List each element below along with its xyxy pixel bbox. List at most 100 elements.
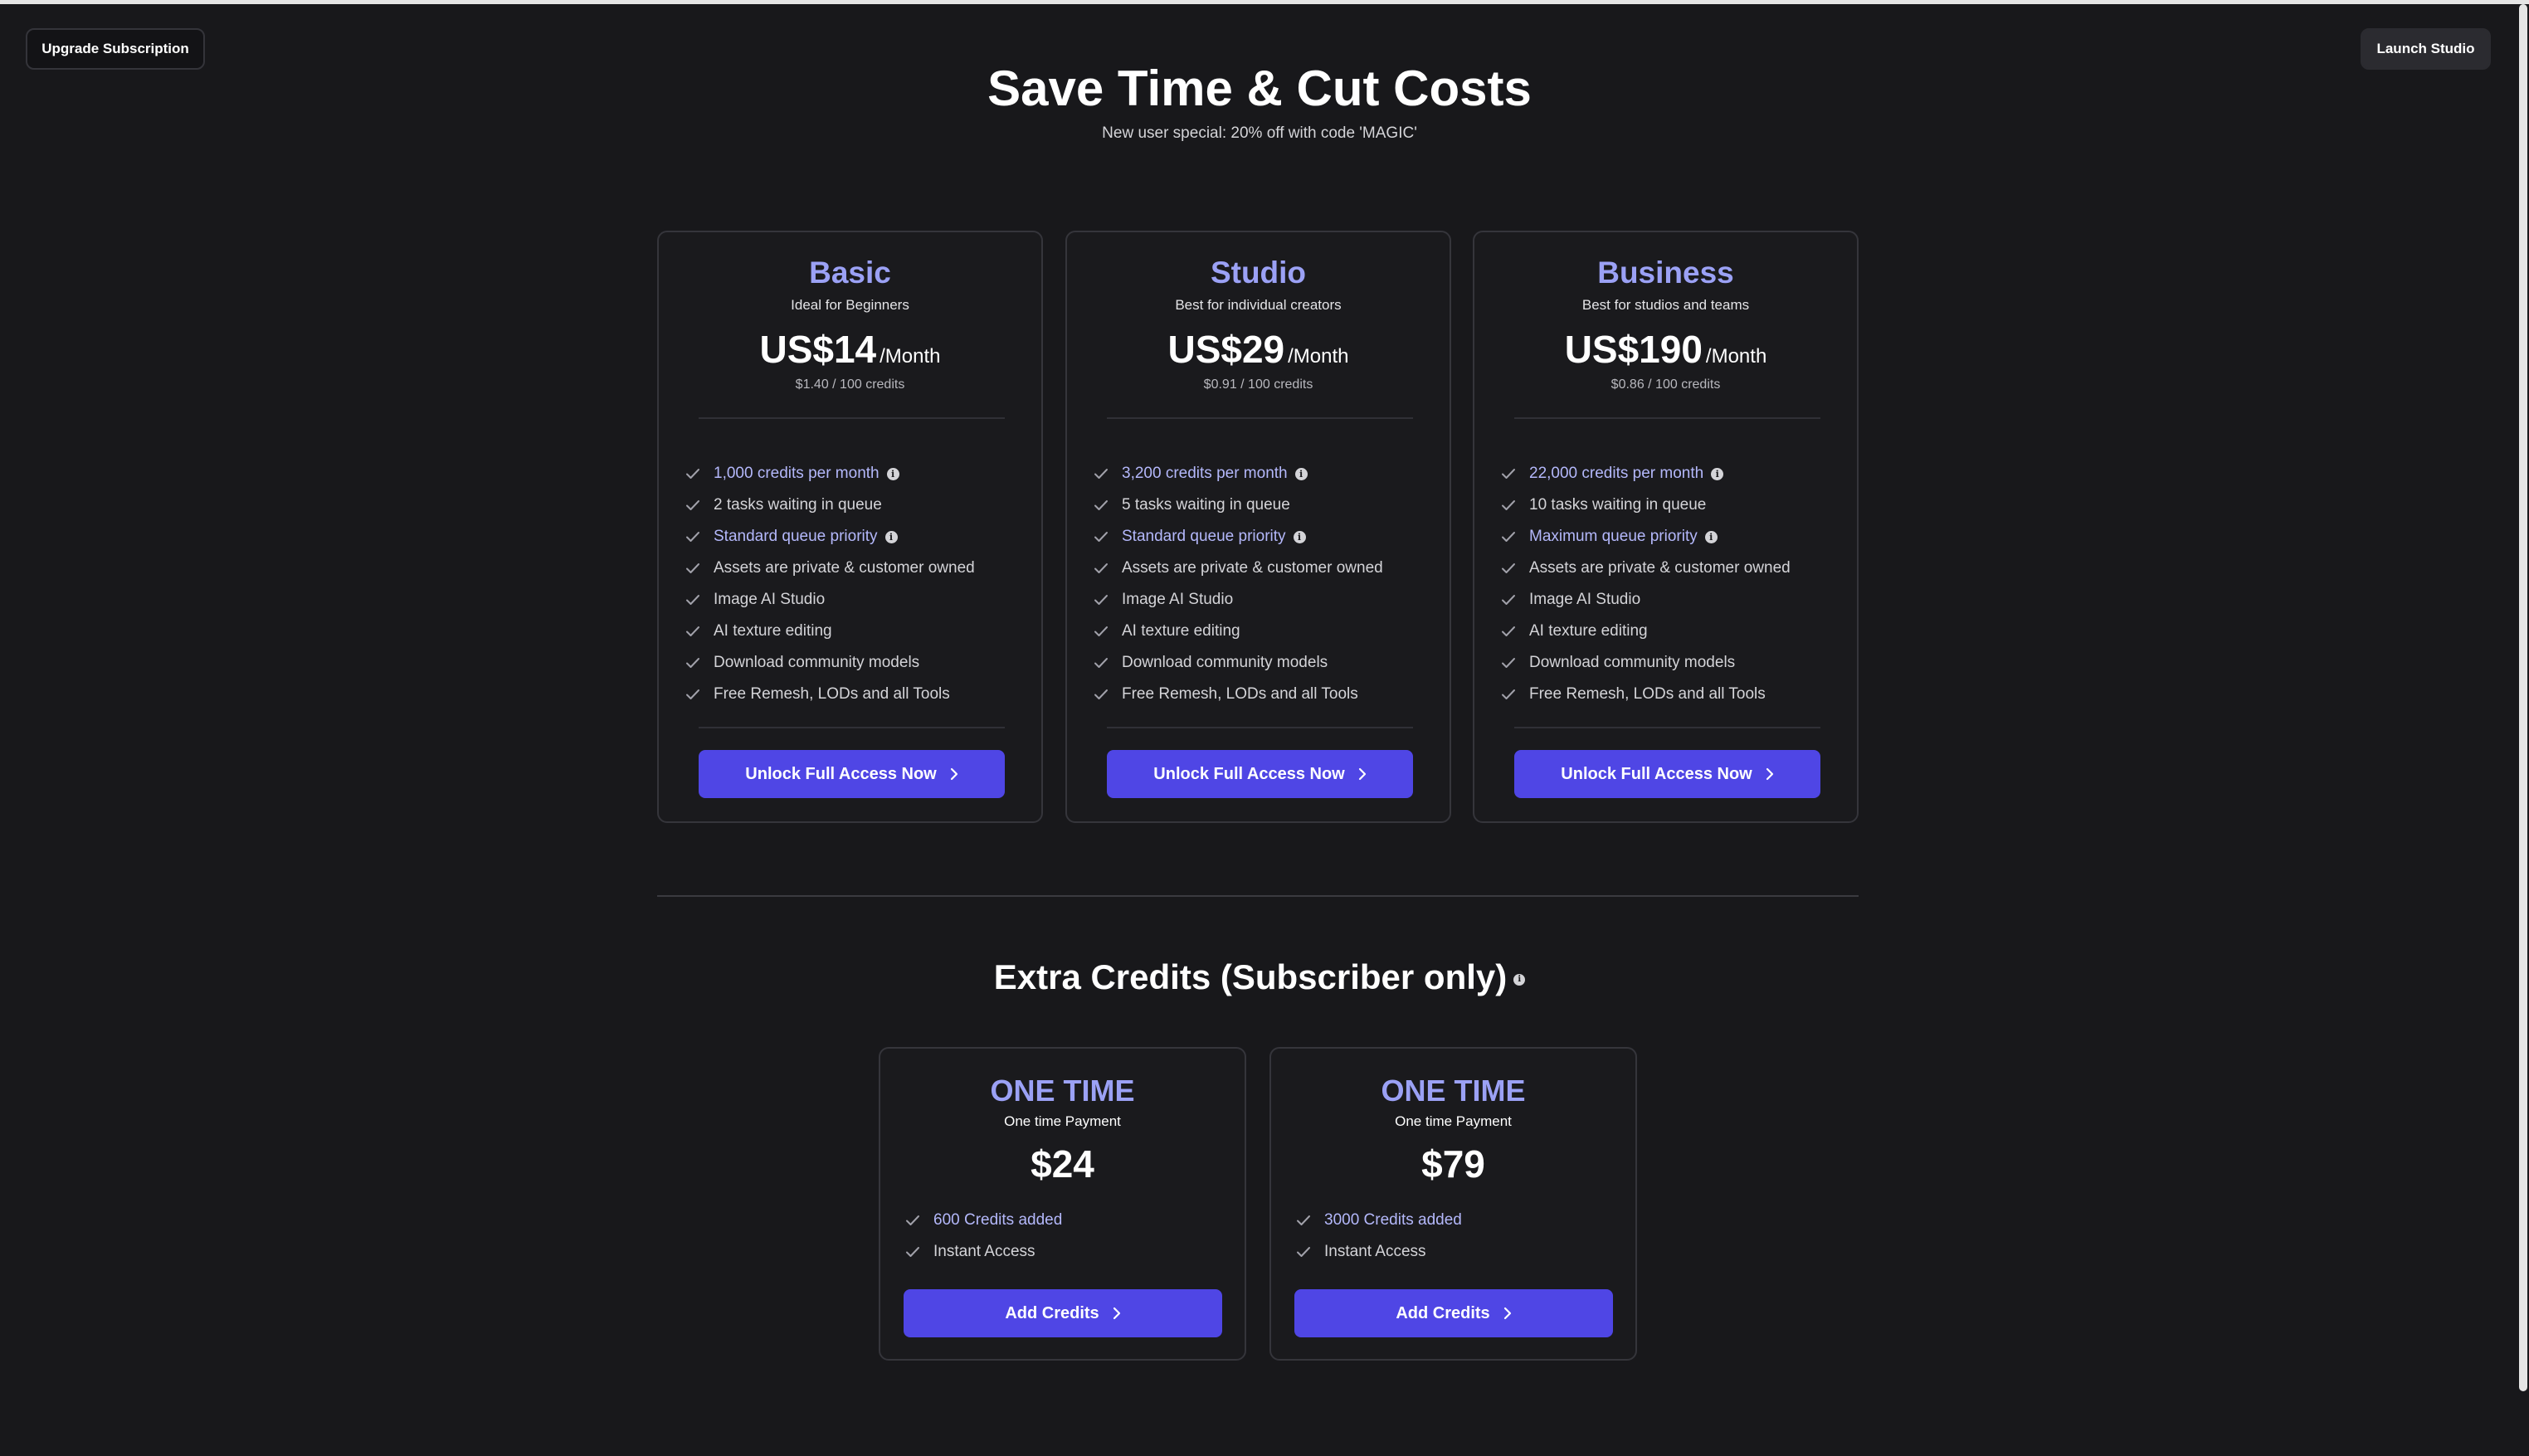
feature-item: Image AI Studio	[1094, 584, 1383, 616]
check-icon	[1094, 592, 1117, 607]
divider	[1514, 727, 1820, 728]
feature-text: 22,000 credits per month	[1529, 465, 1704, 482]
feature-list: 600 Credits added Instant Access	[905, 1205, 1062, 1268]
plan-price: US$190	[1564, 328, 1703, 371]
add-credits-button[interactable]: Add Credits	[904, 1289, 1222, 1337]
check-icon	[905, 1244, 928, 1259]
feature-item: Free Remesh, LODs and all Tools	[1094, 679, 1383, 710]
info-icon[interactable]: i	[1513, 973, 1526, 986]
feature-text: Download community models	[1122, 654, 1328, 671]
feature-item: 3000 Credits added	[1296, 1205, 1462, 1236]
divider	[1107, 727, 1413, 728]
feature-item: Image AI Studio	[1501, 584, 1791, 616]
check-icon	[685, 498, 709, 513]
plan-price: US$14	[759, 328, 877, 371]
feature-text: Assets are private & customer owned	[714, 559, 975, 577]
extra-credit-packs: ONE TIME One time Payment $24 600 Credits a…	[879, 1047, 1637, 1361]
chevron-right-icon	[950, 767, 958, 781]
plan-unit-price: $0.91 / 100 credits	[1203, 377, 1313, 392]
feature-item: Instant Access	[905, 1236, 1062, 1268]
button-label: Unlock Full Access Now	[1153, 764, 1345, 783]
check-icon	[1094, 687, 1117, 702]
check-icon	[685, 529, 709, 544]
feature-item: 22,000 credits per month i	[1501, 458, 1791, 489]
info-icon[interactable]: i	[1711, 467, 1724, 480]
plan-card-basic: Basic Ideal for Beginners US$14/Month $1.40…	[657, 231, 1043, 823]
check-icon	[685, 655, 709, 670]
feature-text: 5 tasks waiting in queue	[1122, 496, 1290, 514]
payment-type: One time Payment	[1395, 1113, 1512, 1129]
unlock-full-access-button[interactable]: Unlock Full Access Now	[1107, 750, 1413, 798]
feature-item: Free Remesh, LODs and all Tools	[1501, 679, 1791, 710]
check-icon	[1094, 466, 1117, 481]
plan-period: /Month	[1705, 345, 1767, 368]
feature-text: Image AI Studio	[1122, 591, 1234, 608]
divider	[699, 727, 1005, 728]
info-icon[interactable]: i	[1294, 467, 1308, 480]
feature-item: 600 Credits added	[905, 1205, 1062, 1236]
pack-price: $24	[1031, 1142, 1094, 1186]
unlock-full-access-button[interactable]: Unlock Full Access Now	[699, 750, 1005, 798]
section-divider	[657, 895, 1859, 897]
feature-text: AI texture editing	[1529, 622, 1648, 640]
feature-item: AI texture editing	[685, 616, 975, 647]
feature-text: 3000 Credits added	[1324, 1211, 1462, 1229]
feature-text: Instant Access	[1324, 1243, 1426, 1260]
check-icon	[905, 1213, 928, 1228]
feature-list: 22,000 credits per month i 10 tasks waitin…	[1501, 458, 1791, 710]
plan-card-studio: Studio Best for individual creators US$29/…	[1065, 231, 1451, 823]
vertical-scrollbar[interactable]	[2519, 4, 2527, 1391]
plan-name: Business	[1597, 256, 1734, 290]
check-icon	[1296, 1244, 1319, 1259]
feature-text: Free Remesh, LODs and all Tools	[1122, 685, 1358, 703]
info-icon[interactable]: i	[1293, 530, 1306, 543]
extra-credits-title-text: Extra Credits (Subscriber only)	[993, 957, 1508, 996]
feature-item: Download community models	[1501, 647, 1791, 679]
button-label: Unlock Full Access Now	[1561, 764, 1752, 783]
button-label: Add Credits	[1005, 1303, 1099, 1322]
check-icon	[1501, 624, 1524, 639]
feature-list: 1,000 credits per month i 2 tasks waiting …	[685, 458, 975, 710]
pack-price: $79	[1421, 1142, 1485, 1186]
pack-name: ONE TIME	[990, 1074, 1135, 1108]
check-icon	[1094, 561, 1117, 576]
plan-name: Basic	[809, 256, 891, 290]
check-icon	[1094, 624, 1117, 639]
button-label: Unlock Full Access Now	[745, 764, 937, 783]
plan-price-row: US$190/Month	[1474, 327, 1857, 372]
page-title: Save Time & Cut Costs	[987, 61, 1532, 116]
info-icon[interactable]: i	[884, 530, 898, 543]
feature-text: 600 Credits added	[933, 1211, 1063, 1229]
feature-text: Image AI Studio	[1529, 591, 1641, 608]
info-icon[interactable]: i	[886, 467, 899, 480]
feature-item: Image AI Studio	[685, 584, 975, 616]
credit-pack-card: ONE TIME One time Payment $24 600 Credits a…	[879, 1047, 1246, 1361]
feature-item: Standard queue priority i	[1094, 521, 1383, 553]
add-credits-button[interactable]: Add Credits	[1294, 1289, 1613, 1337]
plan-tagline: Ideal for Beginners	[791, 297, 909, 313]
feature-text: Assets are private & customer owned	[1122, 559, 1383, 577]
check-icon	[1094, 529, 1117, 544]
feature-text: AI texture editing	[714, 622, 832, 640]
feature-text: Standard queue priority	[714, 528, 878, 545]
chevron-right-icon	[1503, 1307, 1512, 1320]
feature-item: Instant Access	[1296, 1236, 1462, 1268]
check-icon	[685, 687, 709, 702]
unlock-full-access-button[interactable]: Unlock Full Access Now	[1514, 750, 1820, 798]
check-icon	[1501, 687, 1524, 702]
pack-name: ONE TIME	[1381, 1074, 1526, 1108]
feature-item: 2 tasks waiting in queue	[685, 489, 975, 521]
promo-subtitle: New user special: 20% off with code 'MAG…	[1102, 124, 1417, 142]
feature-item: Download community models	[685, 647, 975, 679]
plan-card-business: Business Best for studios and teams US$190…	[1473, 231, 1859, 823]
info-icon[interactable]: i	[1704, 530, 1718, 543]
feature-text: Maximum queue priority	[1529, 528, 1698, 545]
check-icon	[685, 561, 709, 576]
check-icon	[1094, 498, 1117, 513]
feature-text: Instant Access	[933, 1243, 1035, 1260]
check-icon	[1501, 592, 1524, 607]
payment-type: One time Payment	[1004, 1113, 1121, 1129]
chevron-right-icon	[1766, 767, 1774, 781]
feature-text: 3,200 credits per month	[1122, 465, 1288, 482]
feature-item: AI texture editing	[1501, 616, 1791, 647]
